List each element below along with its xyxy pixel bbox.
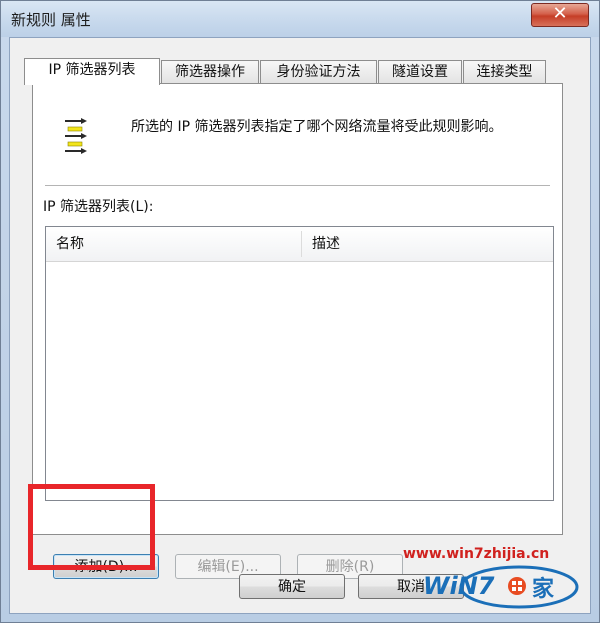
watermark-logo: WiN7 家 — [423, 565, 579, 609]
tab-filter-action[interactable]: 筛选器操作 — [161, 60, 259, 83]
svg-text:家: 家 — [532, 576, 555, 602]
svg-text:WiN7: WiN7 — [423, 572, 495, 600]
filter-list-icon — [65, 118, 87, 154]
window-title: 新规则 属性 — [11, 11, 91, 29]
tab-authentication-methods[interactable]: 身份验证方法 — [260, 60, 377, 83]
ip-filter-list-label: IP 筛选器列表(L): — [43, 199, 154, 215]
section-divider — [45, 185, 550, 187]
tab-connection-type[interactable]: 连接类型 — [463, 60, 546, 83]
properties-window: 新规则 属性 ✕ IP 筛选器列表 筛选器操作 身份验证方法 隧道设置 连接类型 — [0, 0, 600, 623]
list-header: 名称 描述 — [46, 227, 553, 262]
title-bar[interactable]: 新规则 属性 ✕ — [1, 1, 599, 37]
watermark-url: www.win7zhijia.cn — [403, 546, 550, 562]
highlight-annotation-box — [28, 484, 155, 570]
tab-ip-filter-list[interactable]: IP 筛选器列表 — [24, 58, 160, 85]
tab-panel-ip-filter-list: 所选的 IP 筛选器列表指定了哪个网络流量将受此规则影响。 IP 筛选器列表(L… — [32, 83, 563, 579]
filter-list-description: 所选的 IP 筛选器列表指定了哪个网络流量将受此规则影响。 — [131, 119, 503, 135]
ip-filter-listview[interactable]: 名称 描述 — [45, 226, 554, 501]
close-button[interactable]: ✕ — [531, 3, 589, 27]
column-header-name[interactable]: 名称 — [46, 227, 301, 261]
ok-button[interactable]: 确定 — [239, 574, 345, 599]
close-icon: ✕ — [552, 3, 568, 24]
tab-tunnel-settings[interactable]: 隧道设置 — [378, 60, 462, 83]
column-header-description[interactable]: 描述 — [302, 227, 552, 261]
